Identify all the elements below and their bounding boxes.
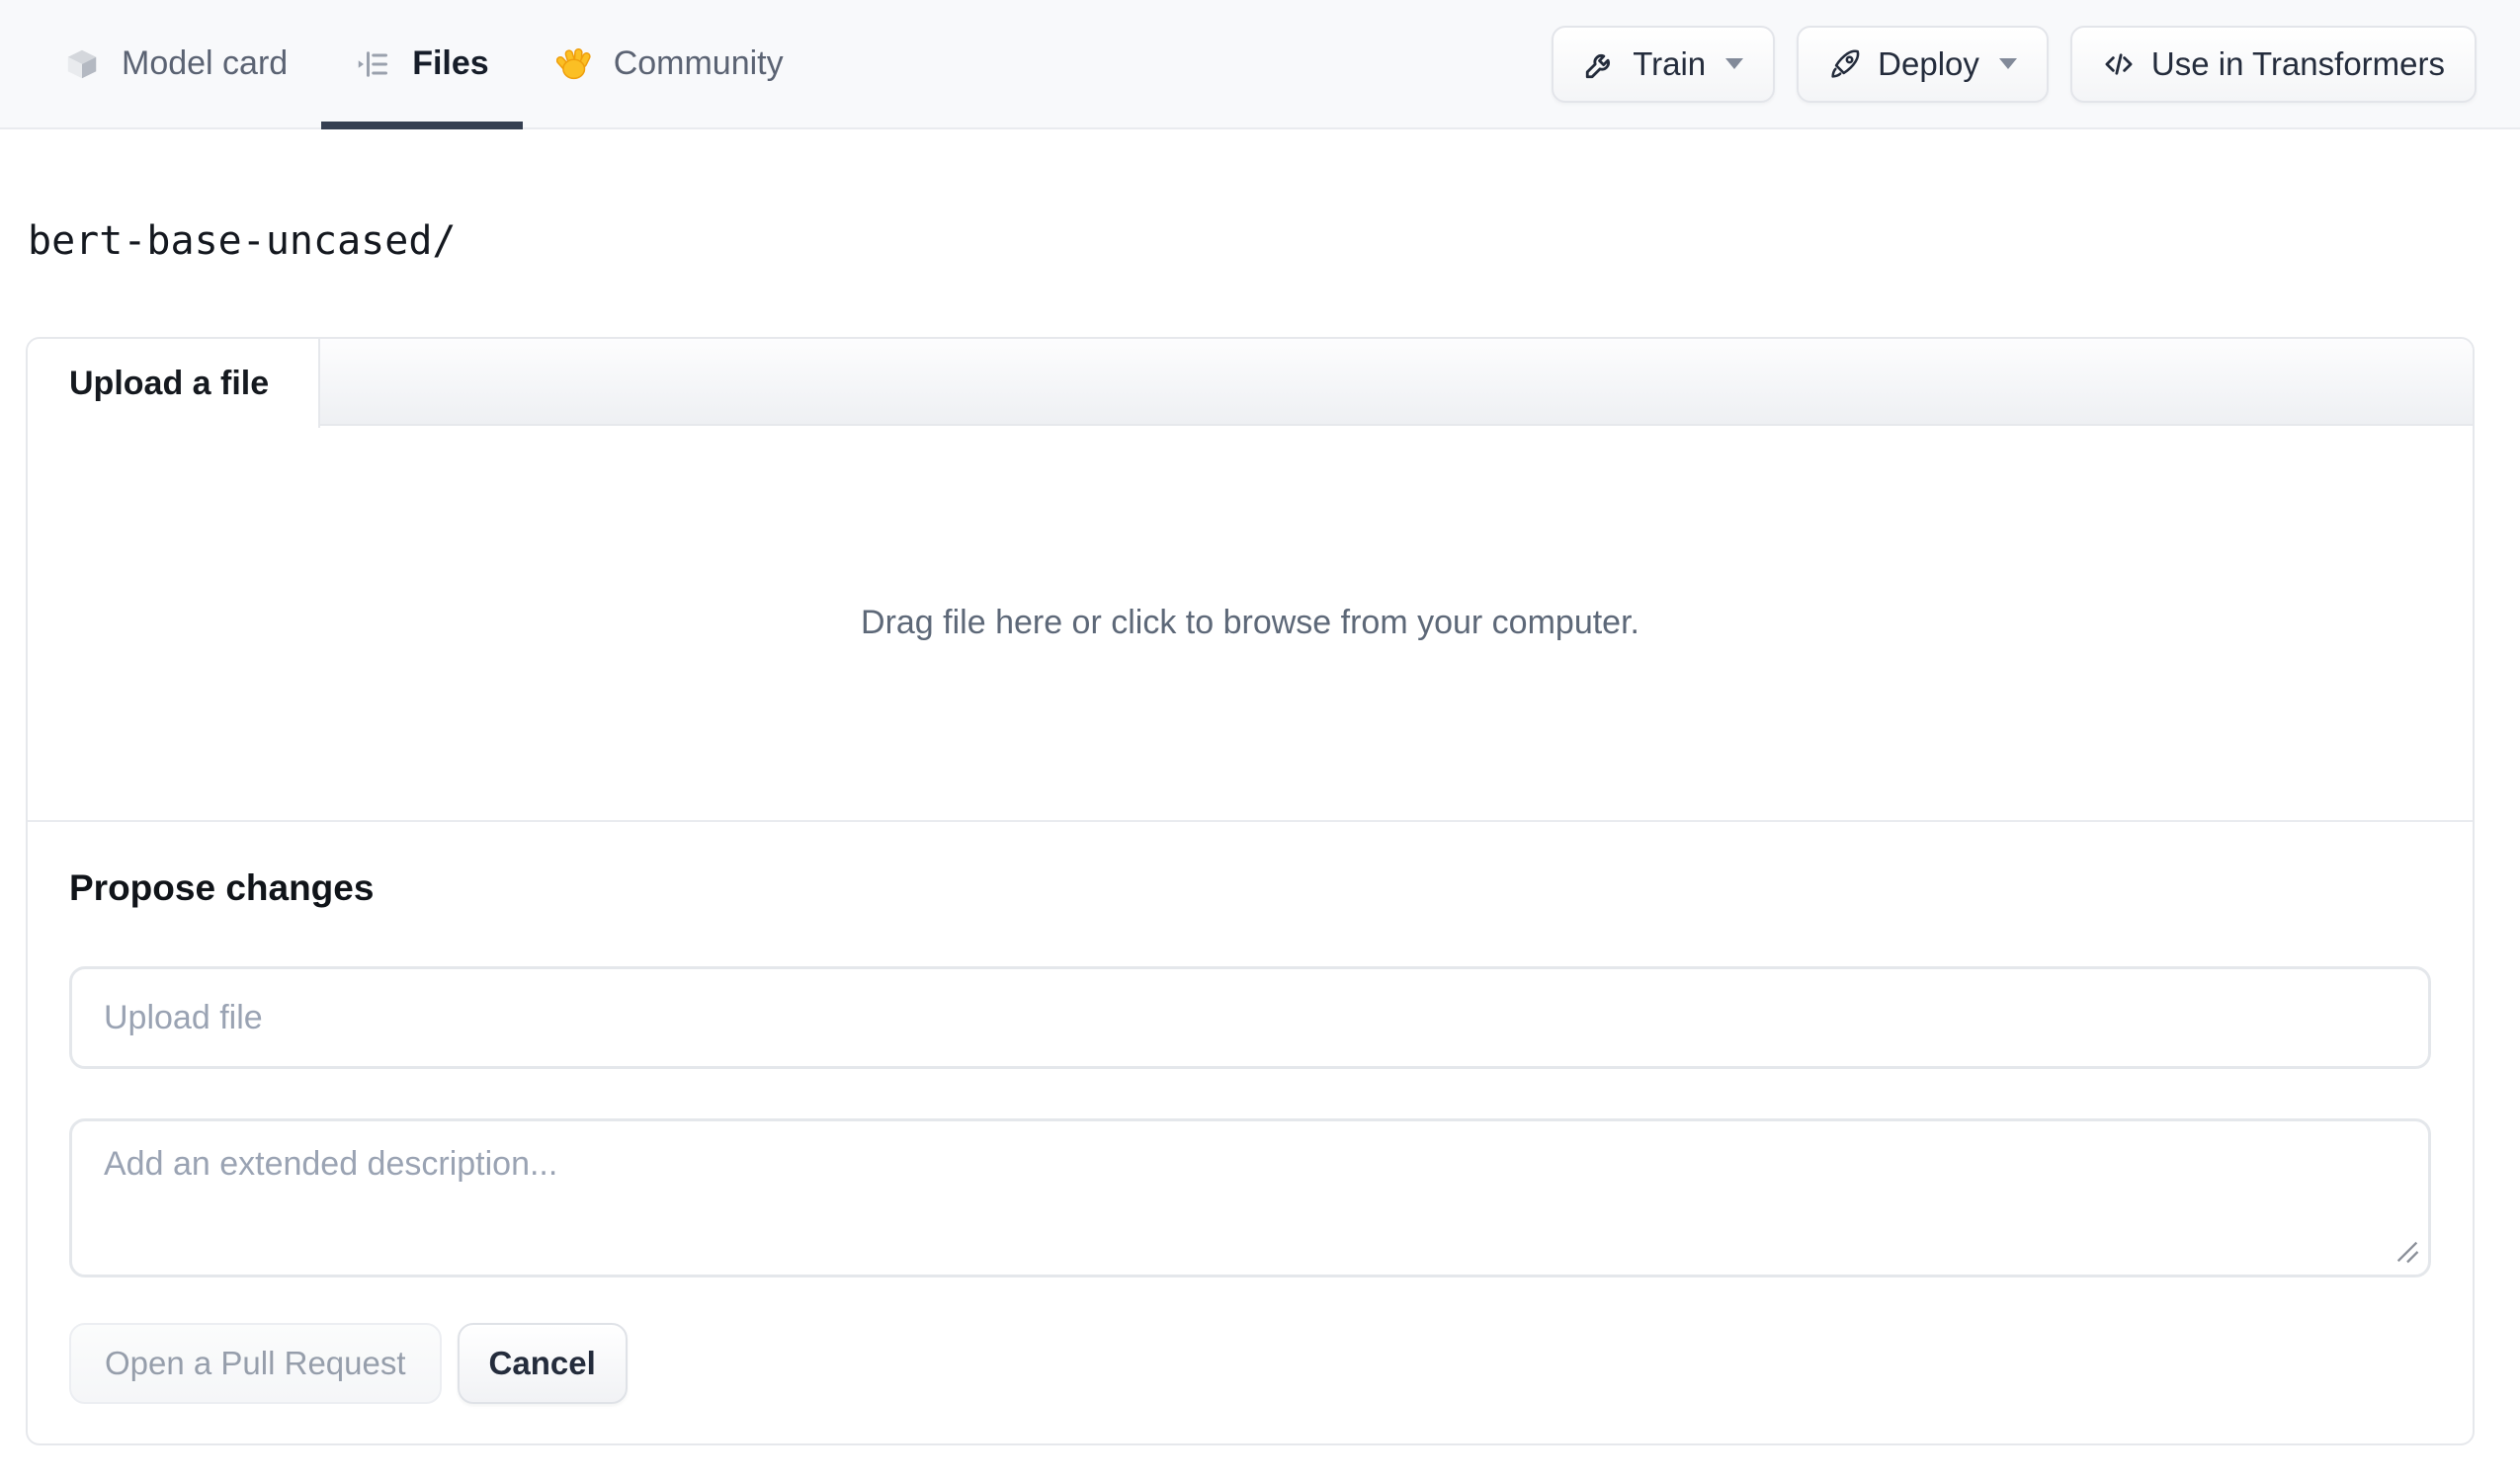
chevron-down-icon bbox=[1998, 58, 2017, 69]
breadcrumb[interactable]: bert-base-uncased/ bbox=[28, 218, 2520, 264]
propose-changes-heading: Propose changes bbox=[69, 867, 375, 908]
tab-label: Community bbox=[613, 44, 784, 82]
propose-changes-section: Propose changes Open a Pull Request Canc… bbox=[28, 822, 2473, 1443]
upload-filename-field-row bbox=[69, 966, 2431, 1069]
repo-tab-bar: Model card Files Community bbox=[31, 0, 817, 129]
upload-tab-label: Upload a file bbox=[69, 364, 270, 402]
repo-nav: Model card Files Community Train Deploy … bbox=[0, 0, 2520, 129]
rocket-icon bbox=[1831, 49, 1860, 78]
tab-files[interactable]: Files bbox=[321, 0, 523, 129]
files-list-icon bbox=[355, 46, 390, 82]
deploy-button[interactable]: Deploy bbox=[1797, 25, 2049, 103]
repo-action-buttons: Train Deploy Use in Transformers bbox=[1552, 25, 2477, 103]
tab-model-card[interactable]: Model card bbox=[31, 0, 321, 127]
tab-community[interactable]: Community bbox=[523, 0, 817, 127]
use-in-transformers-label: Use in Transformers bbox=[2150, 44, 2445, 82]
open-pull-request-button[interactable]: Open a Pull Request bbox=[69, 1323, 442, 1404]
tab-upload-a-file[interactable]: Upload a file bbox=[28, 339, 320, 428]
cube-icon bbox=[64, 46, 100, 82]
active-tab-underline bbox=[321, 122, 523, 129]
use-in-transformers-button[interactable]: Use in Transformers bbox=[2069, 25, 2477, 103]
waving-hand-icon bbox=[555, 46, 592, 82]
propose-actions-row: Open a Pull Request Cancel bbox=[69, 1323, 2431, 1404]
dropzone-hint-text: Drag file here or click to browse from y… bbox=[861, 604, 1639, 641]
wrench-icon bbox=[1586, 53, 1611, 78]
description-field-row bbox=[69, 1118, 2431, 1277]
train-button[interactable]: Train bbox=[1552, 25, 1776, 103]
extended-description-textarea[interactable] bbox=[69, 1118, 2431, 1277]
cancel-button[interactable]: Cancel bbox=[457, 1323, 628, 1404]
code-icon bbox=[2105, 52, 2133, 75]
upload-card-tab-strip: Upload a file bbox=[28, 339, 2473, 428]
upload-filename-input[interactable] bbox=[69, 966, 2431, 1069]
file-dropzone[interactable]: Drag file here or click to browse from y… bbox=[28, 426, 2473, 822]
tab-label: Files bbox=[412, 44, 489, 82]
upload-card: Upload a file Drag file here or click to… bbox=[26, 337, 2475, 1445]
chevron-down-icon bbox=[1725, 58, 1744, 69]
deploy-button-label: Deploy bbox=[1878, 44, 1979, 82]
train-button-label: Train bbox=[1633, 44, 1707, 82]
tab-label: Model card bbox=[122, 44, 289, 82]
